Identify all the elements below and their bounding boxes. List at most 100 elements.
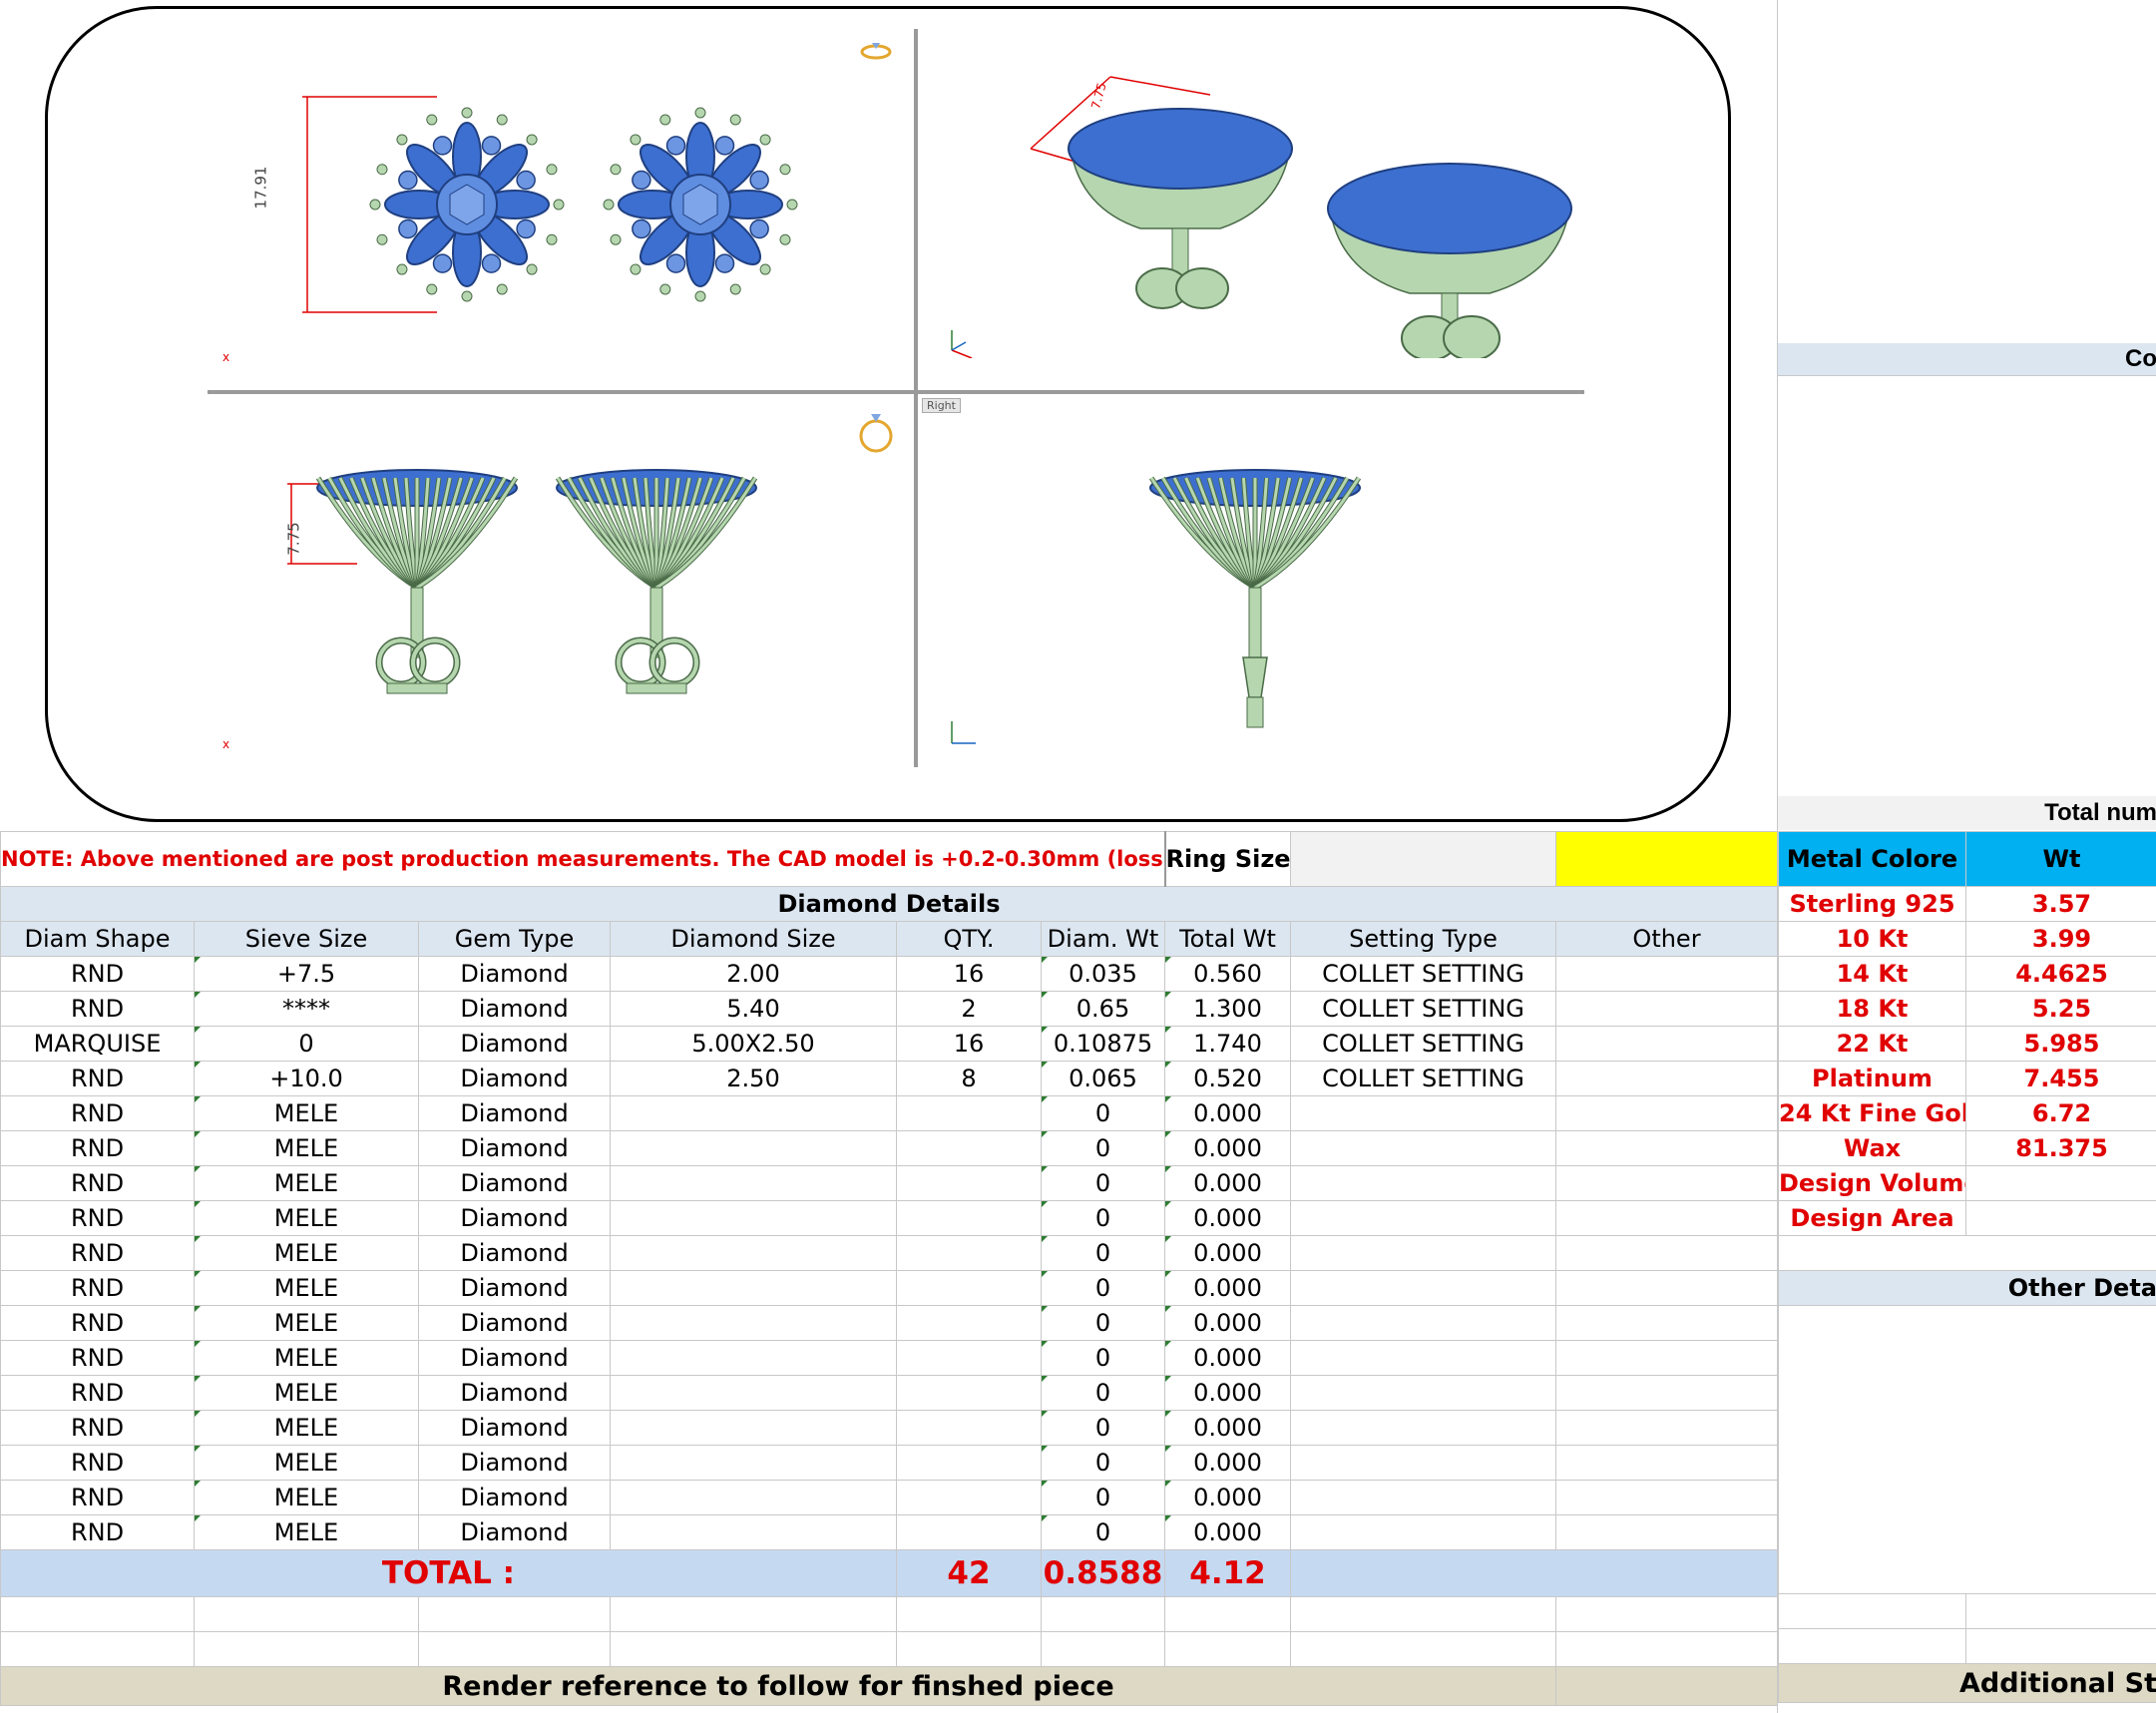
table-cell[interactable]: RND [0, 1375, 195, 1411]
table-cell[interactable]: 0.035 [1041, 956, 1165, 992]
metal-weight[interactable] [1965, 1165, 2156, 1201]
table-cell[interactable]: Diamond [418, 1235, 611, 1271]
total-qty[interactable]: 42 [896, 1549, 1042, 1597]
table-cell[interactable]: 0 [1041, 1270, 1165, 1306]
metal-weight[interactable]: 6.72 [1965, 1095, 2156, 1131]
table-cell[interactable] [610, 1270, 897, 1306]
table-cell[interactable] [1555, 1375, 1778, 1411]
table-cell[interactable]: 8 [896, 1061, 1042, 1096]
table-cell[interactable]: RND [0, 1061, 195, 1096]
table-cell[interactable] [1555, 1445, 1778, 1481]
table-cell[interactable]: +10.0 [194, 1061, 419, 1096]
table-cell[interactable]: 0 [1041, 1130, 1165, 1166]
table-cell[interactable]: MELE [194, 1445, 419, 1481]
table-cell[interactable]: 2.00 [610, 956, 897, 992]
table-cell[interactable] [896, 1445, 1042, 1481]
table-cell[interactable] [1555, 1026, 1778, 1062]
table-cell[interactable]: 0.065 [1041, 1061, 1165, 1096]
table-cell[interactable]: RND [0, 1270, 195, 1306]
table-cell[interactable]: MELE [194, 1130, 419, 1166]
table-cell[interactable] [1555, 1410, 1778, 1446]
table-cell[interactable] [896, 1130, 1042, 1166]
table-cell[interactable] [896, 1165, 1042, 1201]
table-cell[interactable]: MELE [194, 1340, 419, 1376]
table-cell[interactable]: Diamond [418, 1445, 611, 1481]
table-cell[interactable] [1555, 1200, 1778, 1236]
table-cell[interactable]: 0 [1041, 1235, 1165, 1271]
table-cell[interactable]: Diamond [418, 1375, 611, 1411]
ring-icon[interactable] [856, 37, 896, 63]
table-cell[interactable] [1290, 1235, 1556, 1271]
table-cell[interactable]: 0.10875 [1041, 1026, 1165, 1062]
metal-weight[interactable]: 7.455 [1965, 1061, 2156, 1096]
table-cell[interactable]: MELE [194, 1305, 419, 1341]
table-cell[interactable] [896, 1095, 1042, 1131]
metal-weight[interactable]: 4.4625 [1965, 956, 2156, 992]
table-cell[interactable]: 0 [1041, 1375, 1165, 1411]
table-cell[interactable]: 0.000 [1164, 1410, 1291, 1446]
metal-weight[interactable] [1965, 1200, 2156, 1236]
table-cell[interactable] [610, 1200, 897, 1236]
table-cell[interactable] [896, 1375, 1042, 1411]
table-cell[interactable]: 0 [1041, 1340, 1165, 1376]
table-cell[interactable]: 0.000 [1164, 1165, 1291, 1201]
table-cell[interactable]: RND [0, 1200, 195, 1236]
metal-weight[interactable]: 5.25 [1965, 991, 2156, 1027]
table-cell[interactable]: MELE [194, 1480, 419, 1515]
table-cell[interactable]: Diamond [418, 1305, 611, 1341]
table-cell[interactable] [610, 1305, 897, 1341]
table-cell[interactable]: Diamond [418, 1165, 611, 1201]
table-cell[interactable]: Diamond [418, 991, 611, 1027]
table-cell[interactable]: Diamond [418, 1200, 611, 1236]
table-cell[interactable]: COLLET SETTING [1290, 1061, 1556, 1096]
table-cell[interactable]: 0.000 [1164, 1130, 1291, 1166]
table-cell[interactable]: 0.65 [1041, 991, 1165, 1027]
table-cell[interactable]: RND [0, 1165, 195, 1201]
table-cell[interactable]: COLLET SETTING [1290, 991, 1556, 1027]
table-cell[interactable]: 0 [1041, 1410, 1165, 1446]
table-cell[interactable]: 0.000 [1164, 1514, 1291, 1550]
table-cell[interactable]: MELE [194, 1200, 419, 1236]
table-cell[interactable]: MELE [194, 1095, 419, 1131]
table-cell[interactable]: COLLET SETTING [1290, 956, 1556, 992]
table-cell[interactable]: 0.000 [1164, 1480, 1291, 1515]
table-cell[interactable] [896, 1270, 1042, 1306]
table-cell[interactable]: RND [0, 956, 195, 992]
table-cell[interactable] [610, 1235, 897, 1271]
table-cell[interactable]: +7.5 [194, 956, 419, 992]
table-cell[interactable] [610, 1340, 897, 1376]
table-cell[interactable]: MARQUISE [0, 1026, 195, 1062]
table-cell[interactable]: 0.000 [1164, 1095, 1291, 1131]
table-cell[interactable] [896, 1480, 1042, 1515]
table-cell[interactable] [1290, 1410, 1556, 1446]
table-cell[interactable]: 0 [1041, 1165, 1165, 1201]
table-cell[interactable] [610, 1165, 897, 1201]
table-cell[interactable] [1555, 991, 1778, 1027]
table-cell[interactable]: RND [0, 1340, 195, 1376]
table-cell[interactable]: MELE [194, 1235, 419, 1271]
metal-weight[interactable]: 3.57 [1965, 886, 2156, 922]
table-cell[interactable]: Diamond [418, 1410, 611, 1446]
table-cell[interactable] [610, 1095, 897, 1131]
table-cell[interactable]: COLLET SETTING [1290, 1026, 1556, 1062]
table-cell[interactable]: 0.000 [1164, 1340, 1291, 1376]
table-cell[interactable]: 0.520 [1164, 1061, 1291, 1096]
table-cell[interactable] [1290, 1340, 1556, 1376]
table-cell[interactable]: RND [0, 1305, 195, 1341]
table-cell[interactable] [1290, 1270, 1556, 1306]
table-cell[interactable] [1555, 1340, 1778, 1376]
table-cell[interactable]: 0 [1041, 1200, 1165, 1236]
table-cell[interactable]: Diamond [418, 1270, 611, 1306]
table-cell[interactable] [1290, 1165, 1556, 1201]
table-cell[interactable]: RND [0, 1445, 195, 1481]
table-cell[interactable]: **** [194, 991, 419, 1027]
table-cell[interactable] [1290, 1095, 1556, 1131]
table-cell[interactable]: MELE [194, 1165, 419, 1201]
view-label[interactable]: Right [922, 398, 961, 413]
table-cell[interactable] [1555, 956, 1778, 992]
table-cell[interactable]: 0.560 [1164, 956, 1291, 992]
table-cell[interactable]: MELE [194, 1270, 419, 1306]
table-cell[interactable]: Diamond [418, 1340, 611, 1376]
table-cell[interactable] [1555, 1270, 1778, 1306]
table-cell[interactable]: Diamond [418, 956, 611, 992]
